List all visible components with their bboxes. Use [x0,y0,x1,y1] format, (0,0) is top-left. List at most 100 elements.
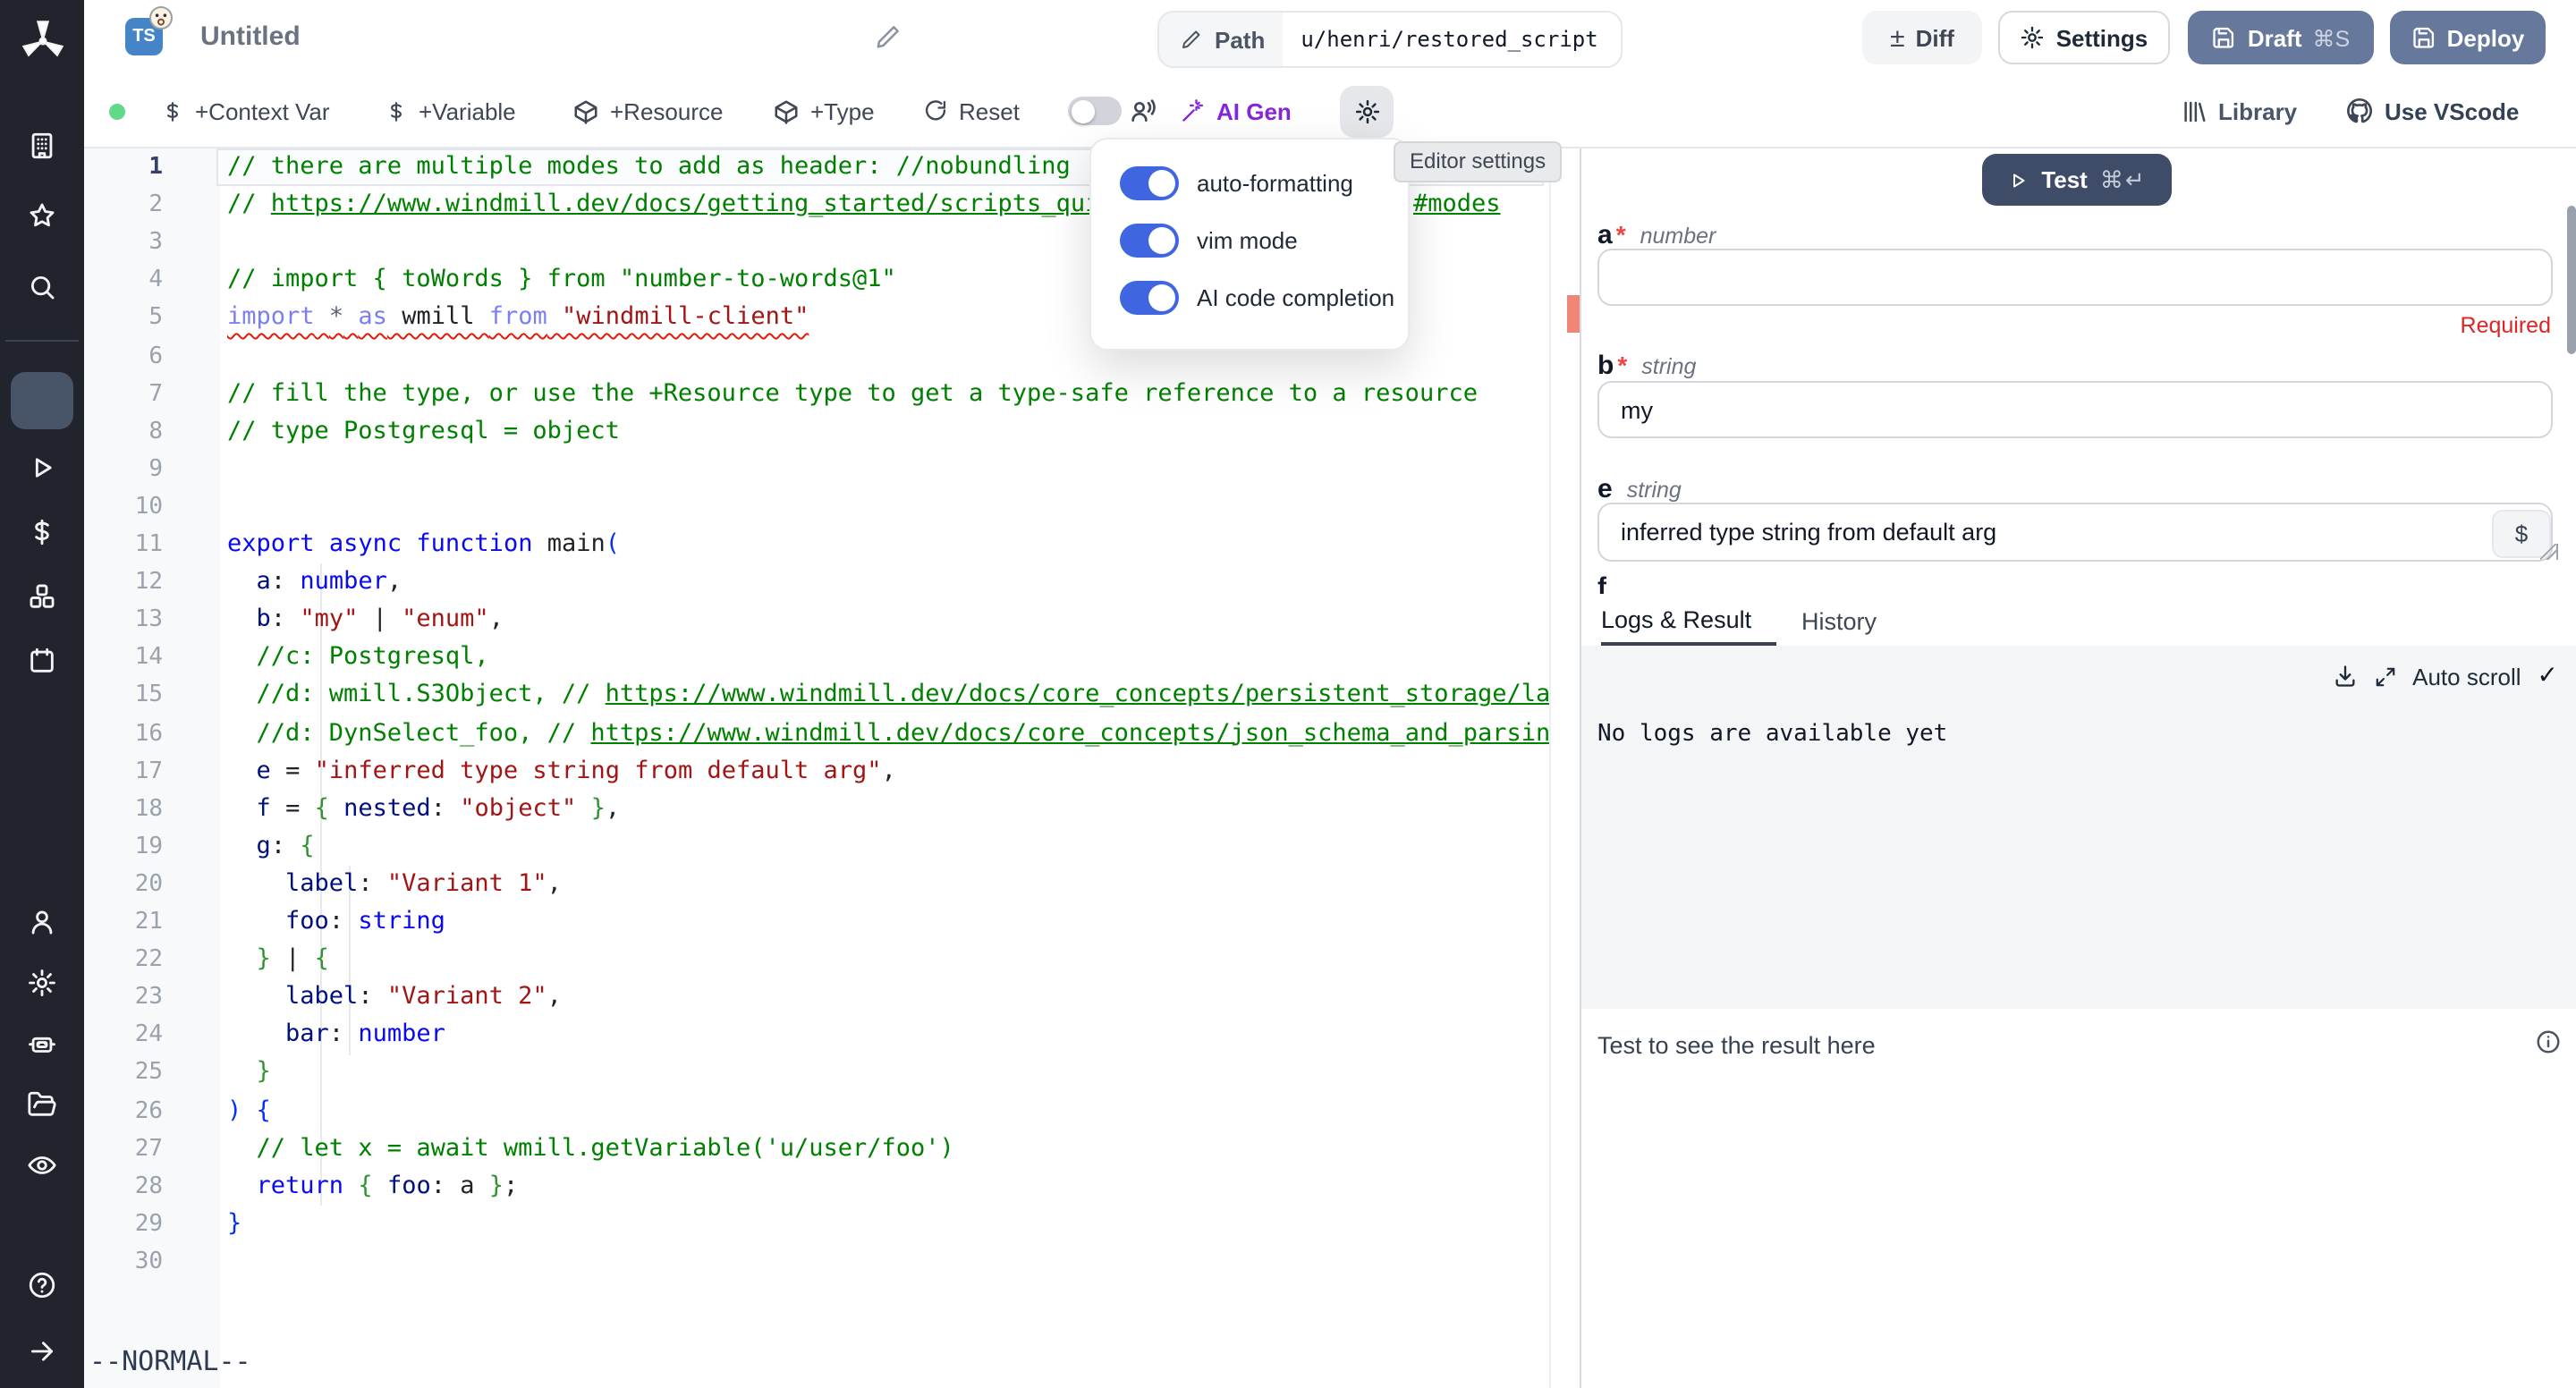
sidebar-item-favorites[interactable] [0,188,84,241]
run-panel: Test ⌘↵ a* number Required b* string e s… [1581,147,2576,1388]
add-type-button[interactable]: +Type [773,75,875,147]
tab-logs-result[interactable]: Logs & Result [1601,596,1776,646]
code-line[interactable]: 17 e = "inferred type string from defaul… [84,752,1549,790]
code-line[interactable]: 12 a: number, [84,563,1549,601]
menu-item-auto-formatting[interactable]: auto-formatting [1120,165,1353,200]
textarea-resize-handle[interactable] [2540,544,2558,560]
add-context-var-button[interactable]: +Context Var [161,75,330,147]
sidebar-item-variables[interactable] [0,504,84,558]
code-line[interactable]: 7// fill the type, or use the +Resource … [84,375,1549,412]
code-line[interactable]: 27 // let x = await wmill.getVariable('u… [84,1130,1549,1167]
path-input[interactable]: Path u/henri/restored_script [1157,11,1623,68]
add-variable-button[interactable]: +Variable [385,75,516,147]
line-number: 18 [84,790,163,827]
sidebar-item-runs[interactable] [0,440,84,494]
code-line[interactable]: 16 //d: DynSelect_foo, // https://www.wi… [84,715,1549,752]
code-line[interactable]: 8// type Postgresql = object [84,412,1549,450]
sidebar-item-folders[interactable] [0,1077,84,1130]
multiplayer-toggle[interactable] [1068,97,1122,125]
code-line[interactable]: 24 bar: number [84,1017,1549,1054]
code-line[interactable]: 25 } [84,1054,1549,1092]
code-line[interactable]: 30 [84,1243,1549,1281]
code-line[interactable]: 20 label: "Variant 1", [84,866,1549,903]
diff-button[interactable]: ± Diff [1862,11,1982,64]
line-number: 1 [84,148,163,186]
github-icon [2345,97,2374,125]
sidebar-item-help[interactable] [0,1257,84,1311]
line-number: 20 [84,866,163,903]
code-line[interactable]: 26 ) { [84,1092,1549,1130]
sidebar-item-search[interactable] [0,259,84,313]
sidebar-item-settings[interactable] [0,955,84,1009]
code-line[interactable]: 18 f = { nested: "object" }, [84,790,1549,827]
code-line[interactable]: 21 foo: string [84,903,1549,941]
reset-button[interactable]: Reset [923,75,1020,147]
menu-item-ai-code-completion[interactable]: AI code completion [1120,279,1394,315]
sidebar-item-workspace[interactable] [0,118,84,172]
settings-button[interactable]: Settings [1998,11,2170,64]
windmill-logo[interactable] [0,14,84,68]
field-e-input[interactable] [1597,503,2553,562]
deploy-button[interactable]: Deploy [2390,11,2546,64]
code-line[interactable]: 29} [84,1206,1549,1243]
code-line-content: g: { [227,828,1549,866]
wind-face-emoji [148,5,174,30]
download-icon[interactable] [2332,664,2357,689]
sidebar-item-ai[interactable] [0,1016,84,1070]
line-number: 29 [84,1206,163,1243]
auto-formatting-toggle[interactable] [1120,165,1179,199]
menu-item-vim-mode[interactable]: vim mode [1120,222,1298,258]
sidebar-item-user[interactable] [0,894,84,948]
ai-gen-button[interactable]: AI Gen [1181,75,1292,147]
edit-pencil-icon[interactable] [875,23,902,50]
expand-icon[interactable] [2373,664,2396,688]
required-asterisk: * [1616,220,1626,249]
field-a-input[interactable] [1597,249,2553,306]
topbar: TS Untitled Path u/henri/restored_script… [84,0,2576,77]
gear-icon [2021,25,2046,50]
arrow-right-icon [27,1335,57,1366]
sidebar-collapse[interactable] [0,1324,84,1377]
code-line-content: } [227,1054,1549,1092]
multiplayer-users-icon[interactable] [1129,75,1157,147]
sidebar-item-home[interactable] [11,372,73,429]
search-icon [27,271,57,301]
vim-mode-toggle[interactable] [1120,223,1179,257]
code-line[interactable]: 15 //d: wmill.S3Object, // https://www.w… [84,677,1549,715]
code-line[interactable]: 28 return { foo: a }; [84,1167,1549,1205]
code-line-content: // fill the type, or use the +Resource t… [227,375,1549,412]
code-line[interactable]: 9 [84,451,1549,488]
info-icon[interactable] [2535,1028,2562,1055]
library-button[interactable]: Library [2181,75,2297,147]
auto-scroll-checkbox[interactable]: ✓ [2538,662,2558,690]
toggle-knob [1148,284,1175,310]
ai-code-completion-toggle[interactable] [1120,280,1179,314]
code-line[interactable]: 13 b: "my" | "enum", [84,601,1549,639]
star-icon [27,199,57,230]
code-line[interactable]: 19 g: { [84,828,1549,866]
code-line[interactable]: 10 [84,488,1549,526]
field-b-input[interactable] [1597,381,2553,438]
code-line[interactable]: 14 //c: Postgresql, [84,639,1549,677]
code-line[interactable]: 22 } | { [84,941,1549,978]
sidebar-item-schedules[interactable] [0,633,84,687]
use-vscode-button[interactable]: Use VScode [2345,75,2519,147]
code-line-content: ) { [227,1092,1549,1130]
test-button[interactable]: Test ⌘↵ [1982,154,2172,206]
code-line-content: label: "Variant 1", [227,866,1549,903]
draft-button[interactable]: Draft ⌘S [2188,11,2374,64]
code-line[interactable]: 11export async function main( [84,526,1549,563]
users-icon [1129,97,1157,125]
package-icon [773,97,800,124]
building-icon [27,130,57,160]
editor-settings-button[interactable] [1340,85,1394,137]
sidebar-item-audit[interactable] [0,1138,84,1191]
overview-ruler[interactable] [1549,147,1581,1388]
sidebar-item-resources[interactable] [0,569,84,622]
tab-history[interactable]: History [1801,596,1877,646]
line-number: 26 [84,1092,163,1130]
code-line[interactable]: 23 label: "Variant 2", [84,978,1549,1016]
panel-scrollbar[interactable] [2567,206,2576,354]
add-resource-button[interactable]: +Resource [572,75,723,147]
error-marker [1567,295,1579,333]
